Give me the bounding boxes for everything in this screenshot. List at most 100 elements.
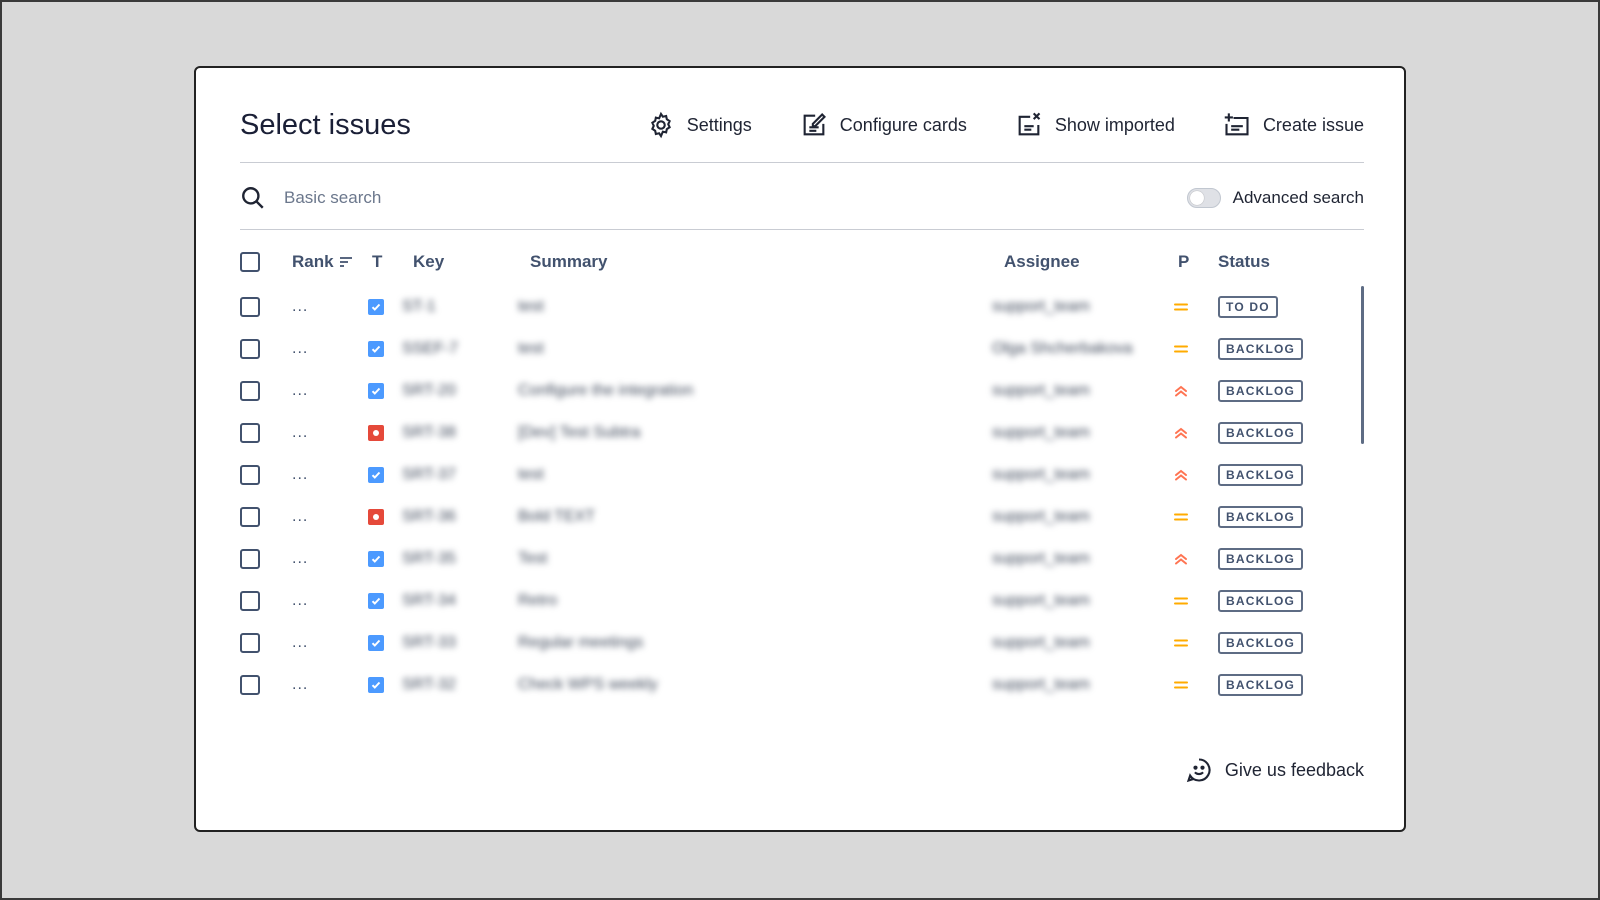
task-icon xyxy=(368,299,384,315)
advanced-search-switch: Advanced search xyxy=(1186,188,1364,208)
rank-menu[interactable]: ... xyxy=(292,664,308,706)
task-icon xyxy=(368,635,384,651)
type-cell xyxy=(368,622,384,664)
issue-key[interactable]: SRT-35 xyxy=(402,538,456,580)
row-select-cell xyxy=(240,538,260,580)
row-checkbox[interactable] xyxy=(240,633,260,653)
rank-menu[interactable]: ... xyxy=(292,538,308,580)
status-cell: BACKLOG xyxy=(1218,664,1304,706)
table-row[interactable]: ... SRT-37 test support_team BACKLOG xyxy=(240,454,1350,496)
status-cell: BACKLOG xyxy=(1218,328,1304,370)
rank-menu[interactable]: ... xyxy=(292,622,308,664)
issue-key[interactable]: SRT-37 xyxy=(402,454,456,496)
issue-summary[interactable]: Bold TEXT xyxy=(518,496,595,538)
select-all-checkbox[interactable] xyxy=(240,252,260,272)
rank-menu[interactable]: ... xyxy=(292,328,308,370)
table-row[interactable]: ... SRT-36 Bold TEXT support_team BACKLOG xyxy=(240,496,1350,538)
issue-summary[interactable]: Test xyxy=(518,538,547,580)
rank-column-header[interactable]: Rank xyxy=(292,248,354,276)
status-cell: BACKLOG xyxy=(1218,580,1304,622)
dialog-title: Select issues xyxy=(240,108,411,141)
search-input[interactable] xyxy=(284,188,784,208)
row-checkbox[interactable] xyxy=(240,591,260,611)
scrollbar-thumb[interactable] xyxy=(1361,286,1364,444)
status-cell: BACKLOG xyxy=(1218,370,1304,412)
row-checkbox[interactable] xyxy=(240,465,260,485)
type-cell xyxy=(368,412,384,454)
create-issue-button[interactable]: Create issue xyxy=(1223,111,1364,139)
show-imported-button[interactable]: Show imported xyxy=(1015,111,1175,139)
rank-menu[interactable]: ... xyxy=(292,286,308,328)
priority-medium-icon xyxy=(1172,664,1190,706)
issue-summary[interactable]: test xyxy=(518,454,544,496)
issue-summary[interactable]: Retro xyxy=(518,580,557,622)
task-icon xyxy=(368,593,384,609)
feedback-label: Give us feedback xyxy=(1224,759,1364,780)
row-checkbox[interactable] xyxy=(240,381,260,401)
table-row[interactable]: ... SRT-33 Regular meetings support_team BAC… xyxy=(240,622,1350,664)
issue-key[interactable]: SRT-33 xyxy=(402,622,456,664)
issue-assignee: support_team xyxy=(992,592,1090,609)
edit-card-icon xyxy=(803,113,826,136)
rank-menu[interactable]: ... xyxy=(292,496,308,538)
priority-medium-icon xyxy=(1172,622,1190,664)
row-select-cell xyxy=(240,412,260,454)
row-checkbox[interactable] xyxy=(240,507,260,527)
row-select-cell xyxy=(240,370,260,412)
row-checkbox[interactable] xyxy=(240,339,260,359)
row-checkbox[interactable] xyxy=(240,423,260,443)
priority-column-header: P xyxy=(1178,252,1190,271)
advanced-search-label: Advanced search xyxy=(1232,188,1364,207)
settings-button[interactable]: Settings xyxy=(647,111,752,139)
row-select-cell xyxy=(240,496,260,538)
imported-icon xyxy=(1018,112,1041,136)
table-row[interactable]: ... SRT-32 Check WPS weekly support_team BAC… xyxy=(240,664,1350,706)
issue-summary[interactable]: test xyxy=(518,328,544,370)
task-icon xyxy=(368,341,384,357)
table-header: Rank T Key Summary Assignee P Status xyxy=(240,248,1350,276)
table-row[interactable]: ... SRT-34 Retro support_team BACKLOG xyxy=(240,580,1350,622)
feedback-link[interactable]: Give us feedback xyxy=(1185,756,1364,784)
row-checkbox[interactable] xyxy=(240,675,260,695)
issue-summary[interactable]: Check WPS weekly xyxy=(518,664,658,706)
table-row[interactable]: ... SRT-20 Configure the integration suppor… xyxy=(240,370,1350,412)
issue-key[interactable]: SRT-34 xyxy=(402,580,456,622)
issue-key[interactable]: SRT-36 xyxy=(402,496,456,538)
issue-assignee: support_team xyxy=(992,508,1090,525)
issue-key[interactable]: SRT-32 xyxy=(402,664,456,706)
table-row[interactable]: ... ST-1 test support_team TO DO xyxy=(240,286,1350,328)
row-select-cell xyxy=(240,454,260,496)
header-actions: Settings Configure cards Show imported C… xyxy=(647,111,1364,139)
issue-key[interactable]: SRT-20 xyxy=(402,370,456,412)
advanced-search-toggle[interactable] xyxy=(1186,188,1221,208)
rank-menu[interactable]: ... xyxy=(292,370,308,412)
rank-menu[interactable]: ... xyxy=(292,412,308,454)
table-row[interactable]: ... SSEF-7 test Olga Shcherbakova BACKLOG xyxy=(240,328,1350,370)
type-cell xyxy=(368,664,384,706)
sort-icon xyxy=(339,257,352,267)
issue-assignee: support_team xyxy=(992,550,1090,567)
rank-menu[interactable]: ... xyxy=(292,580,308,622)
table-row[interactable]: ... SRT-38 [Dev] Test Subtra support_team BA… xyxy=(240,412,1350,454)
issue-summary[interactable]: [Dev] Test Subtra xyxy=(518,412,640,454)
status-badge: TO DO xyxy=(1218,296,1278,318)
status-badge: BACKLOG xyxy=(1218,464,1304,486)
table-row[interactable]: ... SRT-35 Test support_team BACKLOG xyxy=(240,538,1350,580)
row-checkbox[interactable] xyxy=(240,549,260,569)
rank-menu[interactable]: ... xyxy=(292,454,308,496)
issue-summary[interactable]: test xyxy=(518,286,544,328)
issue-key[interactable]: SRT-38 xyxy=(402,412,456,454)
status-column-header: Status xyxy=(1218,252,1270,271)
configure-cards-label: Configure cards xyxy=(839,114,967,135)
search-divider xyxy=(240,229,1364,230)
priority-medium-icon xyxy=(1172,286,1190,328)
issue-key[interactable]: ST-1 xyxy=(402,286,436,328)
issue-summary[interactable]: Configure the integration xyxy=(518,370,693,412)
issue-summary[interactable]: Regular meetings xyxy=(518,622,643,664)
rank-header-label: Rank xyxy=(292,252,334,271)
type-cell xyxy=(368,496,384,538)
configure-cards-button[interactable]: Configure cards xyxy=(800,111,967,139)
row-checkbox[interactable] xyxy=(240,297,260,317)
issue-key[interactable]: SSEF-7 xyxy=(402,328,458,370)
status-cell: BACKLOG xyxy=(1218,454,1304,496)
